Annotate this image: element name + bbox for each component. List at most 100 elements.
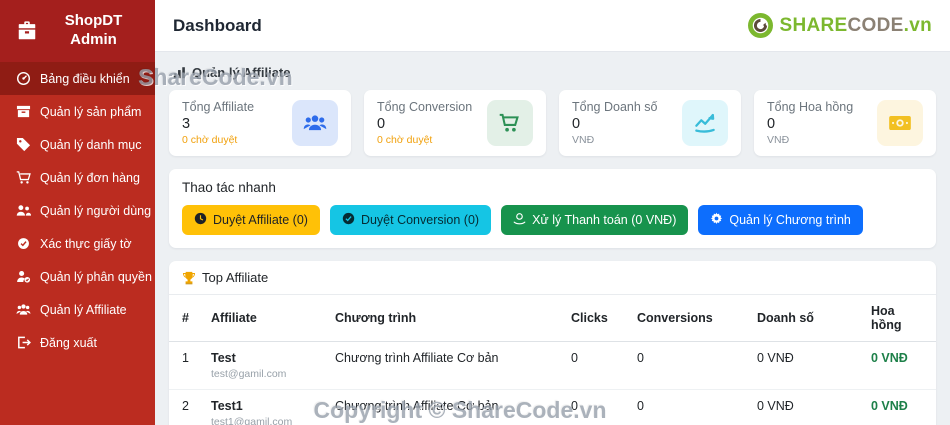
top-affiliate-title: Top Affiliate xyxy=(202,270,269,285)
quick-actions-row: Duyệt Affiliate (0) Duyệt Conversion (0)… xyxy=(182,205,923,235)
table-row: 2 Test1 test1@gamil.com Chương trình Aff… xyxy=(169,390,936,425)
sidebar-item-logout[interactable]: Đăng xuất xyxy=(0,326,155,359)
program-cell: Chương trình Affiliate Cơ bản xyxy=(327,341,563,390)
stat-value: 0 xyxy=(767,116,776,132)
bar-chart-icon xyxy=(173,66,186,79)
commission-cell: 0 VNĐ xyxy=(871,399,908,413)
sidebar-item-products[interactable]: Quản lý sản phẩm xyxy=(0,95,155,128)
stat-title: Tổng Hoa hồng xyxy=(767,100,854,114)
app-window: ShopDT Admin Bảng điều khiển Quản lý sản… xyxy=(0,0,950,425)
sidebar-item-label: Quản lý Affiliate xyxy=(40,302,127,317)
app-title: ShopDT Admin xyxy=(64,12,123,48)
sidebar-item-verify-documents[interactable]: Xác thực giấy tờ xyxy=(0,227,155,260)
stats-row: Tổng Affiliate 3 0 chờ duyệt Tổng Conver… xyxy=(169,90,936,156)
stat-note: 0 chờ duyệt xyxy=(182,134,238,146)
affiliate-cell: Test test@gamil.com xyxy=(203,341,327,390)
affiliate-email: test1@gamil.com xyxy=(211,416,293,425)
affiliate-email: test@gamil.com xyxy=(211,368,287,380)
table-header-row: # Affiliate Chương trình Clicks Conversi… xyxy=(169,295,936,342)
section-header: Quản lý Affiliate xyxy=(173,65,936,80)
column-header: # xyxy=(169,295,203,342)
column-header: Doanh số xyxy=(749,295,863,342)
manage-program-button[interactable]: Quản lý Chương trình xyxy=(698,205,863,235)
users-icon xyxy=(16,203,31,218)
conversions-cell: 0 xyxy=(637,399,644,413)
main-area: Dashboard SHARECODE.vn Quản lý Affiliate… xyxy=(155,0,950,425)
process-payment-button[interactable]: Xử lý Thanh toán (0 VNĐ) xyxy=(501,205,689,235)
commission-cell: 0 VNĐ xyxy=(863,341,936,390)
sharecode-logo[interactable]: SHARECODE.vn xyxy=(747,12,932,39)
sidebar-item-label: Quản lý phân quyền xyxy=(40,269,152,284)
shop-icon xyxy=(16,20,38,42)
dashboard-content: Quản lý Affiliate Tổng Affiliate 3 0 chờ… xyxy=(155,52,950,425)
stat-card-total-commission: Tổng Hoa hồng 0 VNĐ xyxy=(754,90,936,156)
quick-actions-card: Thao tác nhanh Duyệt Affiliate (0) Duyệt… xyxy=(169,169,936,248)
section-title: Quản lý Affiliate xyxy=(192,65,291,80)
column-header: Affiliate xyxy=(203,295,327,342)
gear-icon xyxy=(710,212,723,228)
sidebar-item-categories[interactable]: Quản lý danh mục xyxy=(0,128,155,161)
sidebar-item-label: Quản lý người dùng xyxy=(40,203,152,218)
affiliate-name: Test1 xyxy=(211,399,243,413)
archive-icon xyxy=(16,104,31,119)
cash-icon xyxy=(877,100,923,146)
approve-affiliate-button[interactable]: Duyệt Affiliate (0) xyxy=(182,205,320,235)
stat-note: VNĐ xyxy=(572,134,595,146)
column-header: Clicks xyxy=(563,295,629,342)
sidebar: ShopDT Admin Bảng điều khiển Quản lý sản… xyxy=(0,0,155,425)
sidebar-item-permissions[interactable]: Quản lý phân quyền xyxy=(0,260,155,293)
patch-check-icon xyxy=(16,236,31,251)
top-affiliate-card: Top Affiliate # Affiliate Chương trình C… xyxy=(169,261,936,425)
logo-text-share: SHARE xyxy=(779,14,848,36)
topbar: Dashboard SHARECODE.vn xyxy=(155,0,950,52)
sidebar-item-orders[interactable]: Quản lý đơn hàng xyxy=(0,161,155,194)
line-chart-icon xyxy=(682,100,728,146)
sidebar-item-label: Bảng điều khiển xyxy=(40,71,130,86)
sidebar-header: ShopDT Admin xyxy=(0,0,155,62)
stat-note: 0 chờ duyệt xyxy=(377,134,433,146)
stat-card-total-conversion: Tổng Conversion 0 0 chờ duyệt xyxy=(364,90,546,156)
affiliate-name: Test xyxy=(211,351,236,365)
page-title: Dashboard xyxy=(173,15,262,35)
approve-conversion-button[interactable]: Duyệt Conversion (0) xyxy=(329,205,492,235)
stat-title: Tổng Conversion xyxy=(377,100,473,114)
sidebar-item-affiliate[interactable]: Quản lý Affiliate xyxy=(0,293,155,326)
row-index: 1 xyxy=(169,341,203,390)
trophy-icon xyxy=(182,271,196,285)
revenue-cell: 0 VNĐ xyxy=(749,341,863,390)
table-row: 1 Test test@gamil.com Chương trình Affil… xyxy=(169,341,936,390)
sidebar-item-label: Đăng xuất xyxy=(40,335,97,350)
sidebar-item-label: Xác thực giấy tờ xyxy=(40,236,132,251)
sidebar-item-dashboard[interactable]: Bảng điều khiển xyxy=(0,62,155,95)
people-icon xyxy=(16,302,31,317)
stat-card-total-affiliate: Tổng Affiliate 3 0 chờ duyệt xyxy=(169,90,351,156)
cart-icon xyxy=(16,170,31,185)
stat-value: 3 xyxy=(182,116,191,132)
check-circle-icon xyxy=(342,212,355,228)
affiliate-cell: Test1 test1@gamil.com xyxy=(203,390,327,425)
stat-title: Tổng Doanh số xyxy=(572,100,658,114)
logo-text-vn: .vn xyxy=(903,14,932,36)
top-affiliate-header: Top Affiliate xyxy=(169,270,936,295)
clicks-cell: 0 xyxy=(571,399,578,413)
stat-value: 0 xyxy=(572,116,581,132)
stat-note: VNĐ xyxy=(767,134,790,146)
column-header: Chương trình xyxy=(327,295,563,342)
sidebar-item-label: Quản lý sản phẩm xyxy=(40,104,142,119)
clicks-cell: 0 xyxy=(563,341,629,390)
clock-icon xyxy=(194,212,207,228)
stat-card-total-revenue: Tổng Doanh số 0 VNĐ xyxy=(559,90,741,156)
column-header: Conversions xyxy=(629,295,749,342)
stat-title: Tổng Affiliate xyxy=(182,100,255,114)
sidebar-item-users[interactable]: Quản lý người dùng xyxy=(0,194,155,227)
quick-actions-title: Thao tác nhanh xyxy=(182,180,276,195)
sharecode-icon xyxy=(747,12,774,39)
speedometer-icon xyxy=(16,71,31,86)
top-affiliate-table: # Affiliate Chương trình Clicks Conversi… xyxy=(169,295,936,425)
sidebar-item-label: Quản lý danh mục xyxy=(40,137,142,152)
conversions-cell: 0 xyxy=(629,341,749,390)
users-group-icon xyxy=(292,100,338,146)
program-cell: Chương trình Affiliate Cơ bản xyxy=(335,399,499,413)
column-header: Hoa hồng xyxy=(863,295,936,342)
cart-icon xyxy=(487,100,533,146)
